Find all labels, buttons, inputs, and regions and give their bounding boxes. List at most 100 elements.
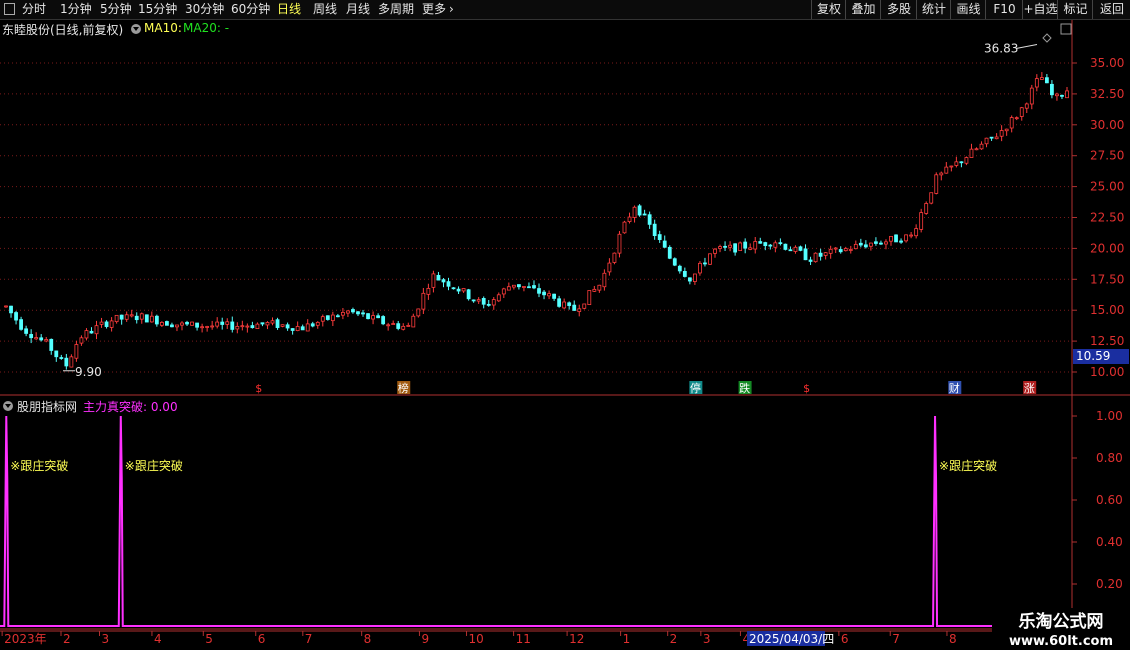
candle-body xyxy=(144,314,149,323)
toolbar-button-8[interactable]: 返回 xyxy=(1092,0,1130,19)
candle-body xyxy=(496,294,501,302)
candle-body xyxy=(617,233,622,254)
chart-menu-icon[interactable] xyxy=(131,24,141,34)
candle-body xyxy=(924,203,929,214)
indicator-tick-label: 0.40 xyxy=(1096,535,1123,549)
candle-body xyxy=(1044,77,1049,84)
indicator-chart[interactable]: 1.00 0.80 0.60 0.40 0.20 ※跟庄突破 ※跟庄突破 ※跟庄突破 xyxy=(0,396,1130,630)
period-tab-5[interactable]: 60分钟 xyxy=(231,1,270,18)
candle-body xyxy=(868,242,873,247)
time-tick-label: 7 xyxy=(305,632,313,646)
candle-body xyxy=(401,325,406,330)
candle-body xyxy=(200,326,205,329)
indicator-value-label: 主力真突破: 0.00 xyxy=(83,400,178,414)
candle-body xyxy=(592,288,597,292)
candle-body xyxy=(853,243,858,250)
watermark-url: www.60lt.com xyxy=(1009,634,1113,649)
candle-body xyxy=(44,339,49,342)
toolbar-button-2[interactable]: 多股 xyxy=(880,0,917,19)
candle-body xyxy=(672,258,677,266)
candle-body xyxy=(647,214,652,225)
time-tick-label: 9 xyxy=(421,632,429,646)
indicator-name: 股朋指标网 xyxy=(17,400,78,414)
candle-body xyxy=(245,325,250,328)
period-tab-8[interactable]: 月线 xyxy=(346,1,370,18)
candle-body xyxy=(356,311,360,315)
candle-body xyxy=(753,241,758,250)
candle-body xyxy=(391,323,396,325)
price-tick-label: 20.00 xyxy=(1090,241,1124,255)
toolbar-button-4[interactable]: 画线 xyxy=(950,0,986,19)
period-tab-2[interactable]: 5分钟 xyxy=(100,1,132,18)
toolbar-button-3[interactable]: 统计 xyxy=(916,0,951,19)
candle-body xyxy=(562,301,567,309)
candle-body xyxy=(652,223,657,237)
stock-title: 东睦股份(日线,前复权) xyxy=(2,23,124,37)
period-tab-4[interactable]: 30分钟 xyxy=(185,1,224,18)
candle-body xyxy=(446,281,451,287)
period-tab-6[interactable]: 日线 xyxy=(277,1,301,18)
candle-body xyxy=(511,284,516,288)
candle-body xyxy=(989,136,994,139)
event-marker: 停 xyxy=(690,381,701,395)
candle-body xyxy=(456,288,461,292)
more-chevron-icon[interactable]: › xyxy=(449,1,454,18)
candle-body xyxy=(14,312,18,321)
candle-body xyxy=(180,322,184,326)
candle-body xyxy=(954,161,959,166)
candle-body xyxy=(803,248,808,261)
candle-body xyxy=(119,314,124,320)
indicator-menu-icon[interactable] xyxy=(3,401,13,411)
candle-body xyxy=(657,234,662,241)
candle-body xyxy=(260,322,265,325)
candle-body xyxy=(813,252,818,263)
toolbar-button-1[interactable]: 叠加 xyxy=(845,0,881,19)
candle-body xyxy=(677,265,682,272)
candle-body xyxy=(723,245,727,248)
toolbar-button-7[interactable]: 标记 xyxy=(1057,0,1093,19)
candle-body xyxy=(698,262,702,274)
candle-body xyxy=(843,248,848,252)
period-toolbar: 分时 1分钟 5分钟 15分钟 30分钟 60分钟 日线 周线 月线 多周期 更多 › 复权 叠加 多股 统计… xyxy=(0,0,1130,20)
toolbar-button-6[interactable]: +自选 xyxy=(1022,0,1058,19)
price-tick-label: 30.00 xyxy=(1090,118,1124,132)
candle-body xyxy=(376,315,381,319)
candle-body xyxy=(54,350,59,358)
candle-body xyxy=(597,284,602,291)
indicator-panel[interactable]: 1.00 0.80 0.60 0.40 0.20 ※跟庄突破 ※跟庄突破 ※跟庄突破 股朋指标… xyxy=(0,396,1130,630)
toolbar-button-0[interactable]: 复权 xyxy=(811,0,846,19)
kline-panel[interactable]: 35.00 32.50 30.00 27.50 25.00 22.50 20.00 17.50… xyxy=(0,20,1130,396)
candle-body xyxy=(974,148,979,151)
candle-body xyxy=(215,321,220,327)
candle-body xyxy=(4,305,8,308)
candle-body xyxy=(79,337,84,344)
candle-body xyxy=(341,311,345,316)
candle-body xyxy=(768,244,773,247)
indicator-tick-label: 0.80 xyxy=(1096,451,1123,465)
price-tick-label: 12.50 xyxy=(1090,334,1124,348)
time-tick-label: 11 xyxy=(516,632,531,646)
time-tick-label: 8 xyxy=(364,632,372,646)
candle-body xyxy=(763,242,768,247)
candle-body xyxy=(19,319,23,330)
candle-body xyxy=(421,292,426,310)
period-tab-10[interactable]: 更多 xyxy=(422,1,446,18)
candle-body xyxy=(682,271,687,277)
sidebar-toggle-icon[interactable] xyxy=(4,3,15,15)
high-price-label: 36.83 xyxy=(984,41,1018,55)
candle-body xyxy=(185,321,189,325)
candle-body xyxy=(1029,87,1034,105)
period-tab-3[interactable]: 15分钟 xyxy=(138,1,177,18)
period-tab-0[interactable]: 分时 xyxy=(22,1,46,18)
time-tick-label: 2 xyxy=(63,632,71,646)
time-tick-label: 7 xyxy=(892,632,900,646)
toolbar-button-5[interactable]: F10 xyxy=(985,0,1023,19)
period-tab-1[interactable]: 1分钟 xyxy=(60,1,92,18)
period-tab-9[interactable]: 多周期 xyxy=(378,1,414,18)
kline-chart[interactable]: 35.00 32.50 30.00 27.50 25.00 22.50 20.00 17.50… xyxy=(0,20,1130,396)
candle-body xyxy=(406,325,411,327)
candle-body xyxy=(773,242,778,248)
period-tab-7[interactable]: 周线 xyxy=(313,1,337,18)
time-tick-label: 1 xyxy=(623,632,631,646)
candle-body xyxy=(778,242,783,245)
